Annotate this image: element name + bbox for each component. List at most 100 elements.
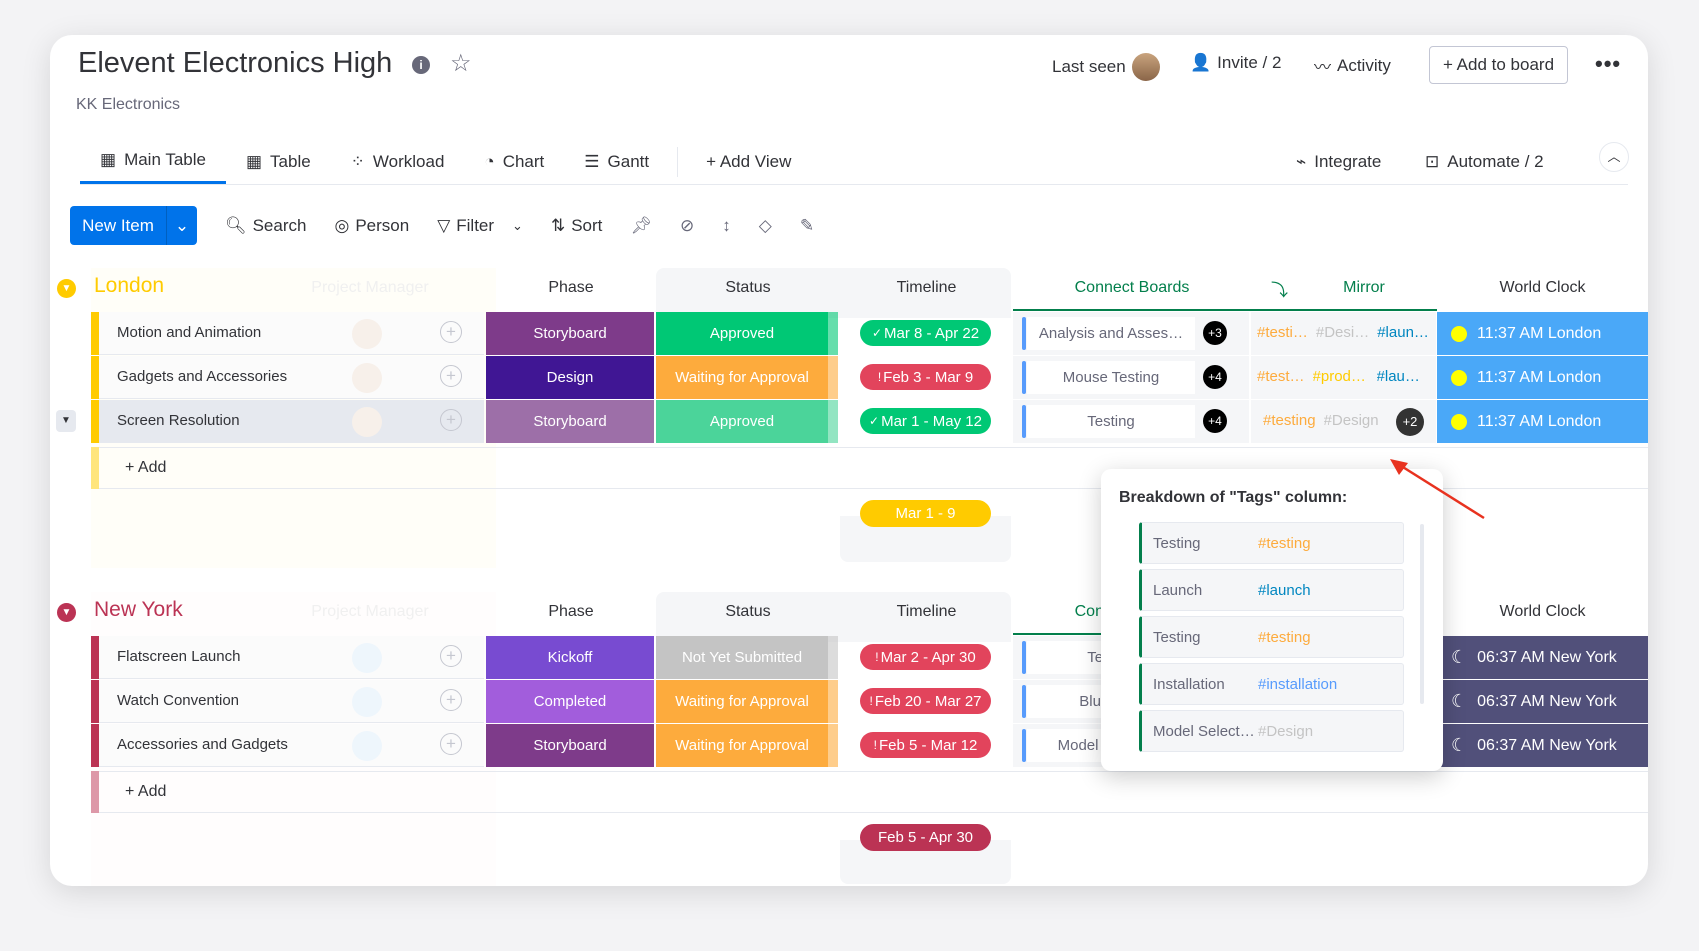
- connect-more-badge[interactable]: +3: [1203, 321, 1227, 345]
- avatar[interactable]: [352, 407, 382, 437]
- connect-more-badge[interactable]: +4: [1203, 409, 1227, 433]
- phase-cell[interactable]: Storyboard: [486, 312, 654, 355]
- column-header-world-clock[interactable]: World Clock: [1437, 279, 1648, 297]
- add-update-icon[interactable]: +: [440, 689, 462, 711]
- status-cell[interactable]: Waiting for Approval: [656, 680, 828, 723]
- item-name[interactable]: Flatscreen Launch: [117, 648, 240, 665]
- table-row[interactable]: Motion and Animation + Storyboard Approved ✓…: [50, 312, 1648, 355]
- popup-tag-item[interactable]: Model Select… #Design: [1139, 710, 1404, 752]
- add-item-button[interactable]: + Add: [125, 459, 166, 477]
- row-expand-icon[interactable]: ▼: [56, 410, 76, 432]
- edit-icon[interactable]: ✎: [800, 216, 814, 236]
- status-cell[interactable]: Waiting for Approval: [656, 356, 828, 399]
- timeline-pill[interactable]: ! Feb 20 - Mar 27: [860, 688, 991, 714]
- tab-main-table[interactable]: ▦ Main Table: [80, 139, 226, 184]
- more-options-icon[interactable]: •••: [1595, 51, 1621, 77]
- group-collapse-icon[interactable]: ▼: [57, 603, 76, 622]
- search-button[interactable]: 🔍︎ Search: [225, 216, 306, 236]
- integrate-button[interactable]: ⌁ Integrate: [1296, 139, 1381, 184]
- popup-tag-item[interactable]: Testing #testing: [1139, 616, 1404, 658]
- add-item-button[interactable]: + Add: [125, 783, 166, 801]
- last-seen[interactable]: Last seen: [1052, 53, 1160, 81]
- hide-icon[interactable]: ⊘: [680, 216, 694, 236]
- status-cell[interactable]: Not Yet Submitted: [656, 636, 828, 679]
- table-row[interactable]: Gadgets and Accessories + Design Waiting fo…: [50, 356, 1648, 399]
- automate-button[interactable]: ⊡ Automate / 2: [1425, 139, 1544, 184]
- item-name[interactable]: Motion and Animation: [117, 324, 261, 341]
- tab-chart[interactable]: ◔ Chart: [464, 139, 564, 184]
- add-update-icon[interactable]: +: [440, 645, 462, 667]
- status-cell[interactable]: Waiting for Approval: [656, 724, 828, 767]
- add-update-icon[interactable]: +: [440, 365, 462, 387]
- group-title[interactable]: London: [94, 274, 164, 298]
- invite-button[interactable]: 👤 Invite / 2: [1190, 53, 1281, 73]
- avatar[interactable]: [352, 731, 382, 761]
- connected-item[interactable]: Mouse Testing: [1027, 361, 1195, 394]
- connect-more-badge[interactable]: +4: [1203, 365, 1227, 389]
- timeline-pill[interactable]: ✓ Mar 1 - May 12: [860, 408, 991, 434]
- world-clock-cell[interactable]: 11:37 AM London: [1437, 312, 1648, 355]
- color-fill-icon[interactable]: ◇: [759, 216, 772, 236]
- mirror-tags[interactable]: #test… #produ… #lau…: [1257, 368, 1431, 385]
- column-header-phase[interactable]: Phase: [486, 279, 656, 297]
- tab-table[interactable]: ▦ Table: [226, 139, 331, 184]
- add-update-icon[interactable]: +: [440, 733, 462, 755]
- info-icon[interactable]: i: [412, 56, 430, 74]
- phase-cell[interactable]: Storyboard: [486, 724, 654, 767]
- world-clock-cell[interactable]: ☾ 06:37 AM New York: [1437, 636, 1648, 679]
- new-item-label[interactable]: New Item: [70, 206, 166, 245]
- item-name[interactable]: Gadgets and Accessories: [117, 368, 287, 385]
- chevron-down-icon[interactable]: ⌄: [512, 218, 523, 234]
- popup-scrollbar[interactable]: [1420, 524, 1424, 704]
- person-filter-button[interactable]: ◎ Person: [334, 216, 409, 236]
- column-header-connect[interactable]: Connect Boards: [1013, 279, 1251, 297]
- popup-tag-item[interactable]: Launch #launch: [1139, 569, 1404, 611]
- table-row[interactable]: ▼ Screen Resolution + Storyboard Approved ✓ Ma…: [50, 400, 1648, 443]
- new-item-button[interactable]: New Item ⌄: [70, 206, 197, 245]
- add-view-button[interactable]: + Add View: [686, 139, 811, 184]
- avatar[interactable]: [352, 643, 382, 673]
- mirror-more-badge[interactable]: +2: [1396, 408, 1424, 436]
- world-clock-cell[interactable]: ☾ 06:37 AM New York: [1437, 724, 1648, 767]
- add-update-icon[interactable]: +: [440, 409, 462, 431]
- item-name[interactable]: Accessories and Gadgets: [117, 736, 288, 753]
- add-item-row[interactable]: [99, 771, 1648, 813]
- column-header-status[interactable]: Status: [656, 603, 840, 621]
- avatar[interactable]: [352, 687, 382, 717]
- phase-cell[interactable]: Storyboard: [486, 400, 654, 443]
- chevron-down-icon[interactable]: ⌄: [166, 206, 197, 245]
- avatar[interactable]: [352, 319, 382, 349]
- status-cell[interactable]: Approved: [656, 312, 828, 355]
- avatar[interactable]: [352, 363, 382, 393]
- world-clock-cell[interactable]: 11:37 AM London: [1437, 356, 1648, 399]
- connected-item[interactable]: Testing: [1027, 405, 1195, 438]
- board-title[interactable]: Elevent Electronics High: [78, 47, 392, 80]
- tab-workload[interactable]: ⁘ Workload: [331, 139, 465, 184]
- add-update-icon[interactable]: +: [440, 321, 462, 343]
- column-header-status[interactable]: Status: [656, 279, 840, 297]
- timeline-pill[interactable]: ! Feb 5 - Mar 12: [860, 732, 991, 758]
- column-header-mirror[interactable]: Mirror: [1291, 279, 1437, 297]
- popup-tag-item[interactable]: Installation #installation: [1139, 663, 1404, 705]
- filter-button[interactable]: ▽ Filter ⌄: [437, 216, 523, 236]
- group-title[interactable]: New York: [94, 598, 183, 622]
- star-icon[interactable]: ☆: [450, 49, 472, 78]
- pin-icon[interactable]: 📌︎: [630, 216, 652, 236]
- activity-button[interactable]: 〰 Activity: [1314, 53, 1391, 78]
- popup-tag-item[interactable]: Testing #testing: [1139, 522, 1404, 564]
- phase-cell[interactable]: Kickoff: [486, 636, 654, 679]
- item-name[interactable]: Watch Convention: [117, 692, 239, 709]
- timeline-pill[interactable]: ✓ Mar 8 - Apr 22: [860, 320, 991, 346]
- item-name[interactable]: Screen Resolution: [117, 412, 240, 429]
- connected-item[interactable]: Analysis and Asses…: [1027, 317, 1195, 350]
- add-to-board-button[interactable]: + Add to board: [1429, 46, 1568, 84]
- mirror-tags[interactable]: #testi… #Desi… #laun…: [1257, 324, 1431, 341]
- phase-cell[interactable]: Completed: [486, 680, 654, 723]
- collapse-header-button[interactable]: ︿: [1599, 142, 1629, 172]
- sort-button[interactable]: ⇅ Sort: [551, 216, 602, 236]
- row-height-icon[interactable]: ↕: [722, 216, 731, 236]
- phase-cell[interactable]: Design: [486, 356, 654, 399]
- status-cell[interactable]: Approved: [656, 400, 828, 443]
- world-clock-cell[interactable]: 11:37 AM London: [1437, 400, 1648, 443]
- tab-gantt[interactable]: ☰ Gantt: [564, 139, 669, 184]
